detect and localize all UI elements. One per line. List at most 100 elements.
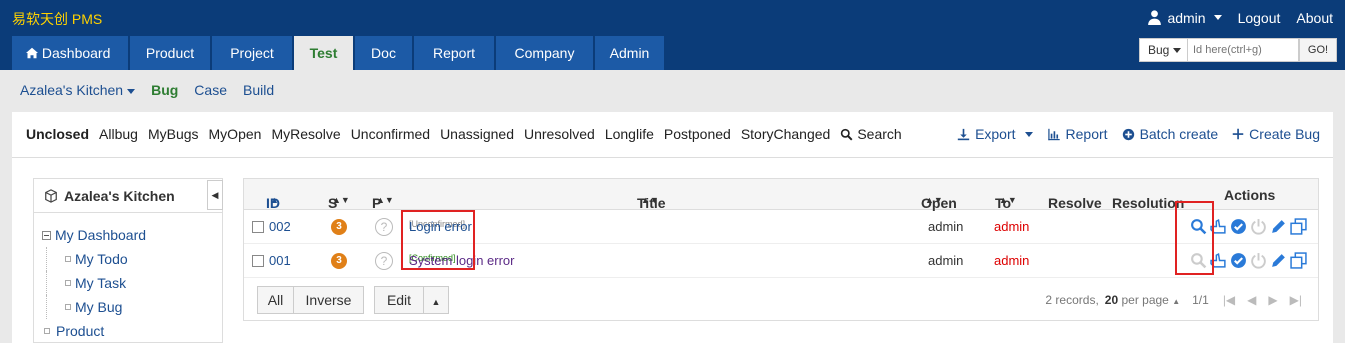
filter-search[interactable]: Search xyxy=(840,126,902,142)
sidebar-toggle[interactable]: ◀ xyxy=(207,180,223,210)
app-brand[interactable]: 易软天创 PMS xyxy=(12,9,102,29)
main-nav: Dashboard Product Project Test Doc Repor… xyxy=(12,36,664,70)
toolbar-actions: Export Report Batch create Create Bug xyxy=(957,126,1320,142)
bug-id-link[interactable]: 001 xyxy=(269,253,291,268)
filter-unassigned[interactable]: Unassigned xyxy=(440,126,514,142)
priority-badge: ? xyxy=(375,252,393,270)
tab-report[interactable]: Report xyxy=(414,36,494,70)
bug-filters: Unclosed Allbug MyBugs MyOpen MyResolve … xyxy=(26,126,902,142)
subnav-case[interactable]: Case xyxy=(194,82,227,98)
last-page-icon[interactable]: ▶| xyxy=(1290,293,1302,307)
opened-by: admin xyxy=(928,219,964,234)
filter-mybugs[interactable]: MyBugs xyxy=(148,126,199,142)
about-link[interactable]: About xyxy=(1296,10,1333,26)
bug-id-link[interactable]: 002 xyxy=(269,219,291,234)
edit-pencil-icon[interactable] xyxy=(1270,252,1287,269)
export-label: Export xyxy=(975,126,1016,142)
tab-doc[interactable]: Doc xyxy=(355,36,412,70)
tree-node-icon xyxy=(65,256,71,262)
power-icon[interactable] xyxy=(1250,218,1267,235)
severity-badge: 3 xyxy=(331,219,347,235)
chevron-left-icon: ◀ xyxy=(211,190,219,200)
tab-product[interactable]: Product xyxy=(130,36,210,70)
tree-item-my-bug[interactable]: My Bug xyxy=(46,295,146,319)
assigned-to[interactable]: admin xyxy=(994,253,1029,268)
tab-dashboard[interactable]: Dashboard xyxy=(12,36,128,70)
chevron-down-icon xyxy=(1213,15,1222,20)
sort-icon: ▲▼ xyxy=(925,195,943,205)
edit-dropdown-button[interactable]: ▲ xyxy=(423,286,449,314)
sort-asc-icon: ▲ xyxy=(270,195,279,205)
filter-allbug[interactable]: Allbug xyxy=(99,126,138,142)
subnav-bug[interactable]: Bug xyxy=(151,82,178,98)
filter-bar: Unclosed Allbug MyBugs MyOpen MyResolve … xyxy=(12,112,1333,158)
tree-label: My Bug xyxy=(75,299,123,315)
filter-storychanged[interactable]: StoryChanged xyxy=(741,126,831,142)
batch-create-button[interactable]: Batch create xyxy=(1122,126,1218,142)
col-actions: Actions xyxy=(1224,187,1276,203)
filter-unclosed[interactable]: Unclosed xyxy=(26,126,89,142)
plus-icon xyxy=(1232,128,1244,140)
per-page-value: 20 xyxy=(1104,293,1119,307)
page-indicator: 1/1 xyxy=(1192,293,1209,307)
tab-admin[interactable]: Admin xyxy=(595,36,664,70)
col-resolution-label: Resolution xyxy=(1112,195,1185,211)
tree-node-icon xyxy=(65,280,71,286)
tree-item-my-todo[interactable]: My Todo xyxy=(46,247,146,271)
search-input[interactable] xyxy=(1187,38,1299,62)
download-icon xyxy=(957,128,970,140)
user-menu[interactable]: admin xyxy=(1146,9,1222,26)
power-icon[interactable] xyxy=(1250,252,1267,269)
chevron-down-icon xyxy=(127,88,136,94)
user-icon xyxy=(1148,10,1162,25)
select-all-button[interactable]: All xyxy=(257,286,294,314)
per-page-select[interactable]: 20 per page ▲ xyxy=(1105,293,1180,307)
resolve-check-icon[interactable] xyxy=(1230,218,1247,235)
subnav-build[interactable]: Build xyxy=(243,82,274,98)
row-checkbox[interactable] xyxy=(252,255,264,267)
col-resolve-label: Resolve xyxy=(1048,195,1102,211)
filter-myresolve[interactable]: MyResolve xyxy=(271,126,340,142)
filter-postponed[interactable]: Postponed xyxy=(664,126,731,142)
chevron-down-icon xyxy=(1024,131,1033,137)
copy-icon[interactable] xyxy=(1290,252,1307,269)
row-checkbox[interactable] xyxy=(252,221,264,233)
tab-company[interactable]: Company xyxy=(496,36,593,70)
report-label: Report xyxy=(1065,126,1108,142)
export-button[interactable]: Export xyxy=(957,126,1033,142)
bar-chart-icon xyxy=(1047,128,1060,140)
collapse-icon[interactable] xyxy=(42,230,51,240)
filter-longlife[interactable]: Longlife xyxy=(605,126,654,142)
assigned-to[interactable]: admin xyxy=(994,219,1029,234)
go-button[interactable]: GO! xyxy=(1299,38,1337,62)
filter-myopen[interactable]: MyOpen xyxy=(209,126,262,142)
module-sidebar: Azalea's Kitchen My Dashboard My Todo My… xyxy=(33,178,223,343)
first-page-icon[interactable]: |◀ xyxy=(1223,293,1235,307)
tab-test[interactable]: Test xyxy=(294,36,353,70)
report-button[interactable]: Report xyxy=(1047,126,1108,142)
tree-item-product[interactable]: Product xyxy=(42,319,146,343)
severity-badge: 3 xyxy=(331,253,347,269)
tab-project[interactable]: Project xyxy=(212,36,292,70)
search-type-label: Bug xyxy=(1148,43,1170,57)
search-icon xyxy=(841,128,853,140)
product-switcher[interactable]: Azalea's Kitchen xyxy=(20,82,136,98)
tab-dashboard-label: Dashboard xyxy=(41,45,111,61)
edit-button[interactable]: Edit xyxy=(374,286,424,314)
create-bug-button[interactable]: Create Bug xyxy=(1232,126,1320,142)
tree-item-my-task[interactable]: My Task xyxy=(46,271,146,295)
edit-pencil-icon[interactable] xyxy=(1270,218,1287,235)
sort-icon: ▲▼ xyxy=(376,195,394,205)
search-type-select[interactable]: Bug xyxy=(1139,38,1187,62)
copy-icon[interactable] xyxy=(1290,218,1307,235)
filter-unresolved[interactable]: Unresolved xyxy=(524,126,595,142)
logout-link[interactable]: Logout xyxy=(1238,10,1281,26)
tree-item-my-dashboard[interactable]: My Dashboard xyxy=(42,223,146,247)
select-inverse-button[interactable]: Inverse xyxy=(293,286,364,314)
sub-nav: Azalea's Kitchen Bug Case Build xyxy=(20,82,274,98)
next-page-icon[interactable]: ▶ xyxy=(1268,293,1277,307)
prev-page-icon[interactable]: ◀ xyxy=(1247,293,1256,307)
filter-unconfirmed[interactable]: Unconfirmed xyxy=(351,126,430,142)
resolve-check-icon[interactable] xyxy=(1230,252,1247,269)
create-bug-label: Create Bug xyxy=(1249,126,1320,142)
